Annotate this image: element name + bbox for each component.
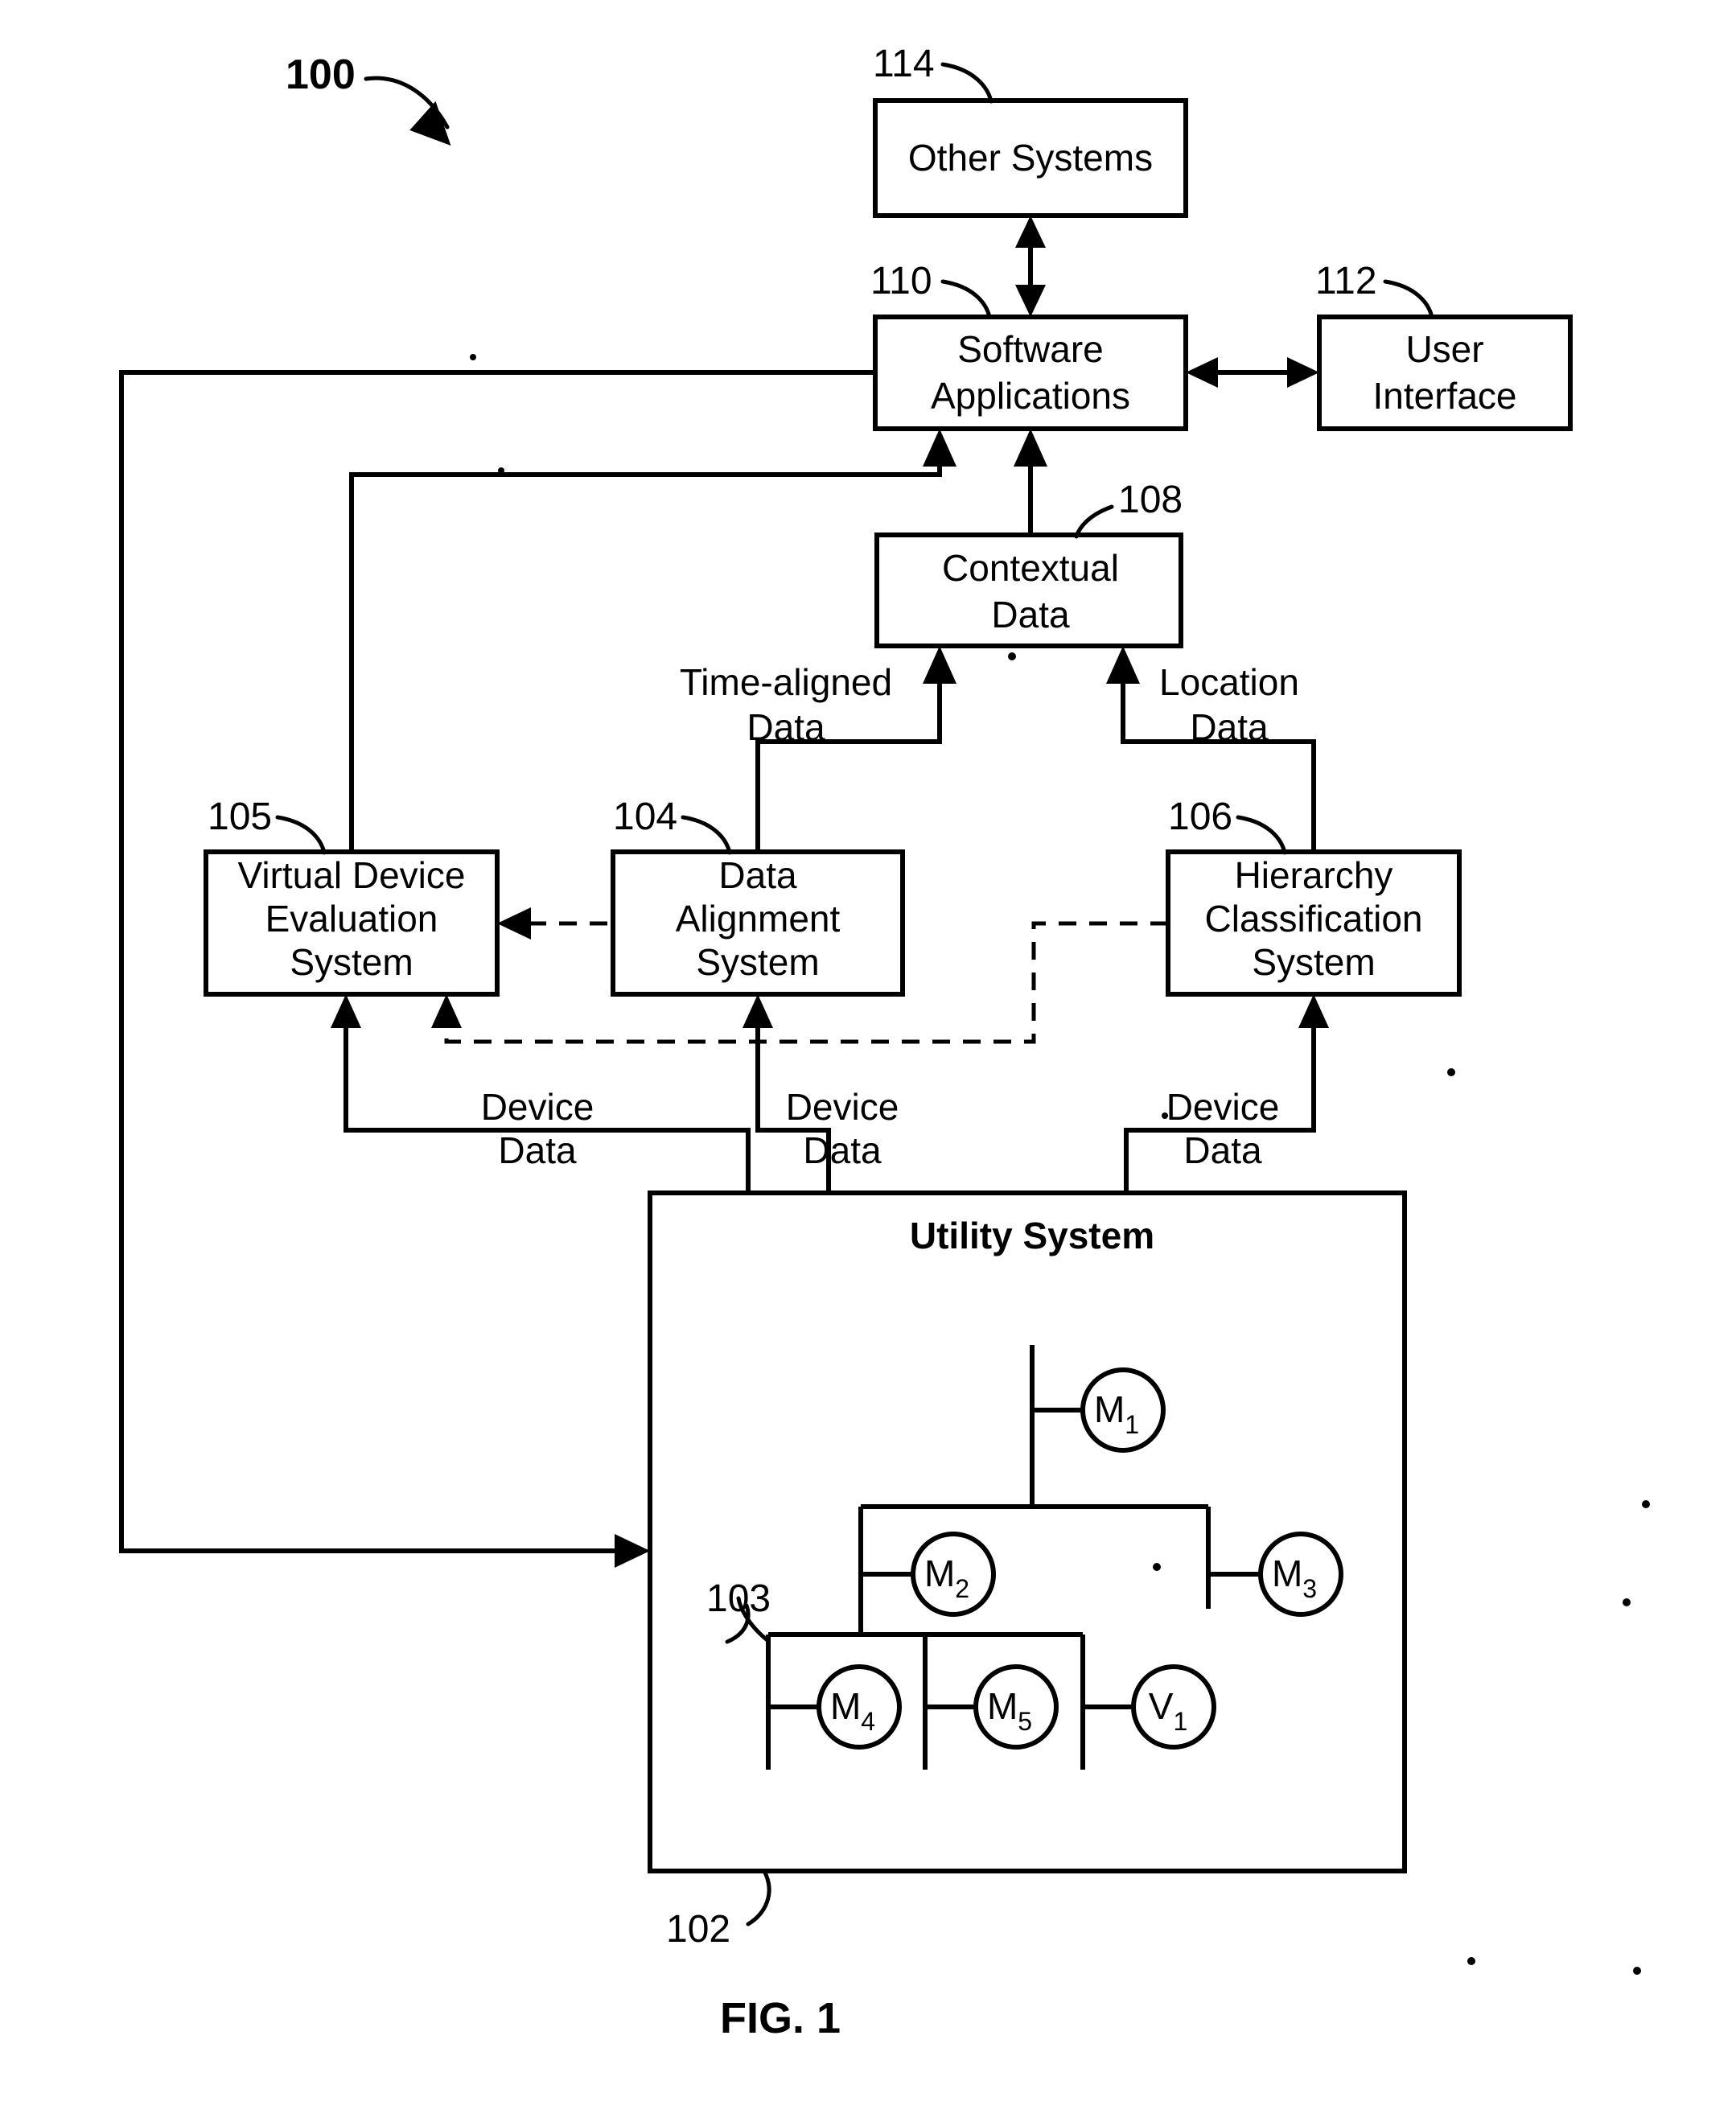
box-software-applications-label-1: Software [957,328,1104,370]
edge-label-location-2: Data [1190,706,1269,748]
edge-label-time-aligned-1: Time-aligned [680,661,892,703]
box-utility-system-rect [648,1190,1407,1873]
box-user-interface-label-1: User [1405,328,1483,370]
ref-105: 105 [208,796,272,838]
figure-ref-100: 100 [286,51,356,98]
box-virtual-device-label-3: System [290,941,413,983]
edge-label-device-left-1: Device [481,1086,594,1128]
patent-figure: 100 114 Other Systems 110 Software Appli… [0,0,1736,2126]
box-hierarchy-label-1: Hierarchy [1235,854,1393,896]
edge-label-device-right-2: Data [1183,1129,1262,1171]
edge-label-time-aligned-2: Data [747,706,825,748]
box-virtual-device-label-1: Virtual Device [238,854,466,896]
figure-1-block-diagram: 100 114 Other Systems 110 Software Appli… [119,43,1650,2042]
box-hierarchy-label-3: System [1252,941,1375,983]
ref-114: 114 [873,43,935,85]
box-hierarchy-label-2: Classification [1205,898,1423,940]
ref-112: 112 [1315,260,1377,302]
box-data-alignment-label-3: System [696,941,819,983]
box-virtual-device-label-2: Evaluation [265,898,438,940]
box-user-interface-label-2: Interface [1373,375,1517,417]
edge-label-device-mid-2: Data [803,1129,882,1171]
figure-caption: FIG. 1 [720,1994,841,2042]
edge-label-device-right-1: Device [1166,1086,1280,1128]
box-contextual-data-label-2: Data [991,594,1070,635]
box-data-alignment-label-2: Alignment [676,898,841,940]
utility-system-title: Utility System [910,1215,1154,1256]
box-contextual-data-label-1: Contextual [942,547,1119,589]
edge-label-device-left-2: Data [498,1129,577,1171]
ref-103: 103 [706,1577,771,1620]
box-data-alignment-label-1: Data [718,854,797,896]
box-software-applications-label-2: Applications [931,375,1130,417]
ref-102: 102 [666,1908,730,1951]
ref-106: 106 [1168,796,1232,838]
ref-110: 110 [870,260,932,302]
ref-108: 108 [1118,479,1183,521]
edge-label-device-mid-1: Device [786,1086,899,1128]
edge-label-location-1: Location [1159,661,1299,703]
ref-104: 104 [613,796,677,838]
box-other-systems-label: Other Systems [908,137,1153,179]
